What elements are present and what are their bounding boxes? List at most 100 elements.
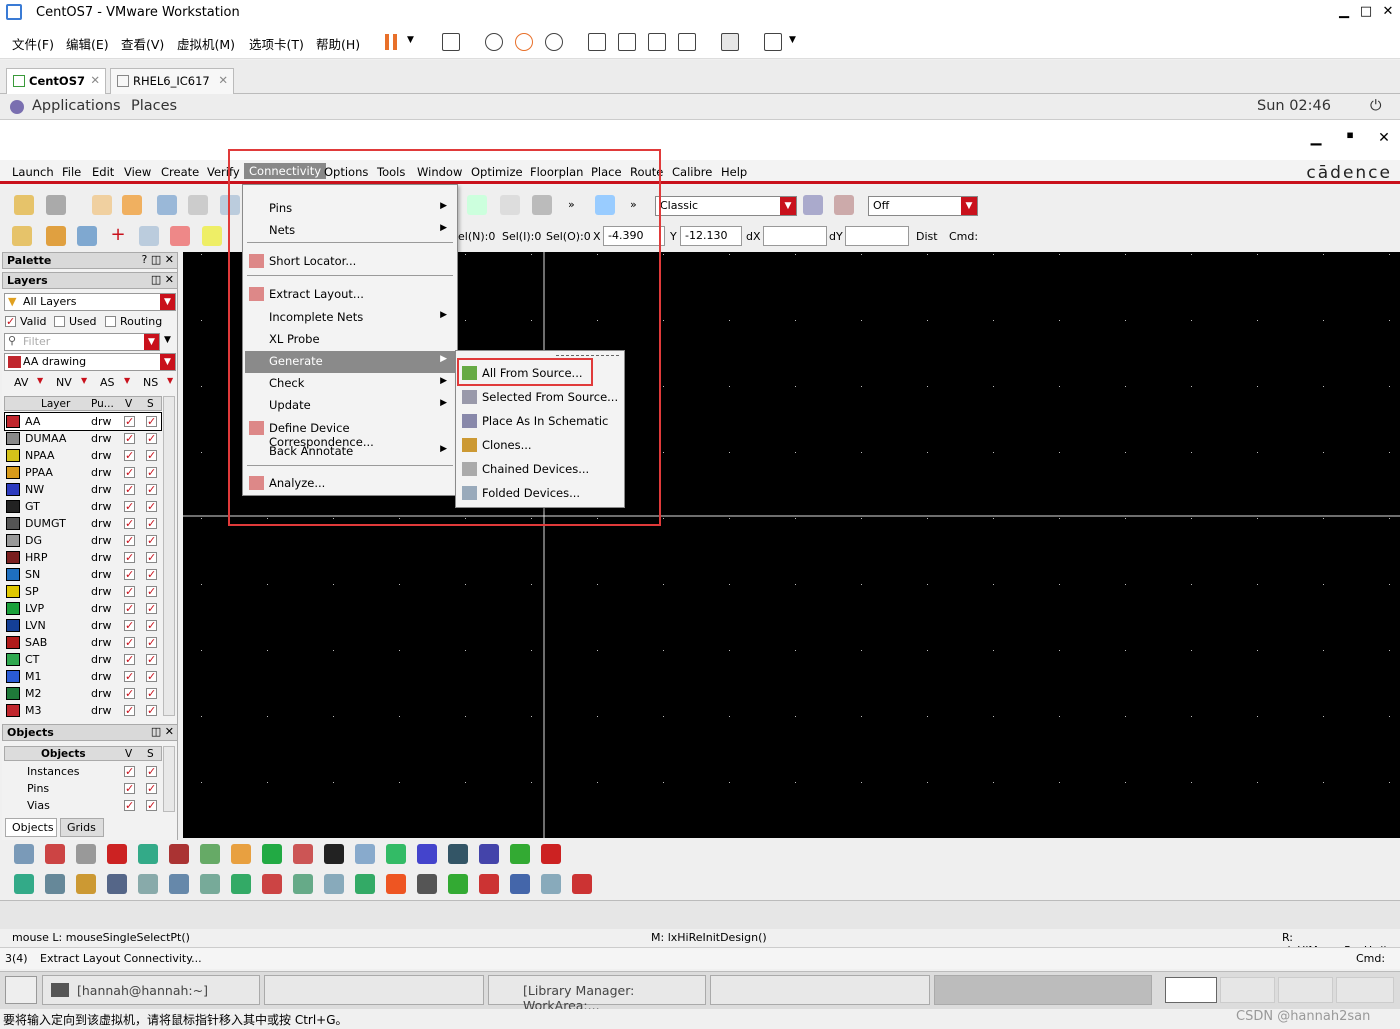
chevron-down-icon[interactable]: ▼ bbox=[81, 376, 87, 385]
chevron-down-icon[interactable]: ▼ bbox=[124, 376, 130, 385]
task-terminal[interactable]: [hannah@hannah:~] bbox=[42, 975, 260, 1005]
btb1-tool-icon-10[interactable] bbox=[293, 844, 313, 864]
menu-item-analyze[interactable]: Analyze... bbox=[245, 473, 455, 495]
revert-snapshot-icon[interactable] bbox=[515, 33, 533, 51]
layer-scrollbar[interactable] bbox=[163, 396, 175, 716]
visible-checkbox[interactable]: ✓ bbox=[124, 586, 135, 597]
layer-row[interactable]: SP drw ✓ ✓ bbox=[5, 583, 161, 600]
menu-item-pins[interactable]: Pins ▶ bbox=[245, 198, 455, 220]
clock[interactable]: Sun 02:46 bbox=[1257, 98, 1331, 114]
visible-checkbox[interactable]: ✓ bbox=[124, 654, 135, 665]
v-col[interactable]: V bbox=[125, 398, 132, 410]
visible-checkbox[interactable]: ✓ bbox=[124, 552, 135, 563]
tearoff-line[interactable] bbox=[556, 355, 620, 356]
btb2-tool-icon-16[interactable] bbox=[479, 874, 499, 894]
tab-objects[interactable]: Objects bbox=[5, 818, 57, 837]
menu-item-back-annotate[interactable]: Back Annotate ▶ bbox=[245, 441, 455, 463]
submenu-item-all-from-source[interactable]: All From Source... bbox=[458, 363, 622, 385]
label-icon[interactable] bbox=[500, 195, 520, 215]
layer-row[interactable]: SAB drw ✓ ✓ bbox=[5, 634, 161, 651]
create-pin-icon[interactable] bbox=[467, 195, 487, 215]
move-icon[interactable] bbox=[157, 195, 177, 215]
lpp-combo[interactable]: AA drawing ▼ bbox=[4, 353, 176, 371]
filter-input[interactable]: ⚲ Filter ▼ bbox=[4, 333, 160, 351]
panel-buttons[interactable]: ◫ ✕ bbox=[151, 273, 174, 286]
layer-row[interactable]: LVN drw ✓ ✓ bbox=[5, 617, 161, 634]
btb2-tool-icon-5[interactable] bbox=[138, 874, 158, 894]
visible-checkbox[interactable]: ✓ bbox=[124, 688, 135, 699]
task-blank[interactable] bbox=[710, 975, 930, 1005]
btb2-tool-icon-17[interactable] bbox=[510, 874, 530, 894]
x-coordinate-field[interactable]: -4.390 bbox=[603, 226, 665, 246]
layer-row[interactable]: M2 drw ✓ ✓ bbox=[5, 685, 161, 702]
save-icon[interactable] bbox=[46, 195, 66, 215]
snapshot-icon[interactable] bbox=[485, 33, 503, 51]
btb1-tool-icon-18[interactable] bbox=[541, 844, 561, 864]
selectable-checkbox[interactable]: ✓ bbox=[146, 766, 157, 777]
menu-tabs[interactable]: 选项卡(T) bbox=[249, 34, 304, 53]
layer-row[interactable]: DG drw ✓ ✓ bbox=[5, 532, 161, 549]
task-blank[interactable] bbox=[264, 975, 484, 1005]
selectable-checkbox[interactable]: ✓ bbox=[146, 535, 157, 546]
btb1-tool-icon-5[interactable] bbox=[138, 844, 158, 864]
selectable-checkbox[interactable]: ✓ bbox=[146, 484, 157, 495]
routing-checkbox[interactable] bbox=[105, 316, 116, 327]
sidebar-view-icon[interactable] bbox=[588, 33, 606, 51]
close-icon[interactable]: ✕ bbox=[1378, 4, 1398, 19]
minimize-icon[interactable]: ▁ bbox=[1334, 4, 1354, 19]
close-tab-icon[interactable]: ✕ bbox=[218, 73, 228, 87]
tab-rhel6[interactable]: RHEL6_IC617 ✕ bbox=[110, 68, 234, 94]
minimize-icon[interactable]: ▁ bbox=[1306, 130, 1326, 146]
layer-row[interactable]: LVP drw ✓ ✓ bbox=[5, 600, 161, 617]
btb2-tool-icon-10[interactable] bbox=[293, 874, 313, 894]
btb2-tool-icon-18[interactable] bbox=[541, 874, 561, 894]
menu-view[interactable]: View bbox=[124, 165, 151, 179]
btb2-tool-icon-1[interactable] bbox=[14, 874, 34, 894]
panel-buttons[interactable]: ? ◫ ✕ bbox=[142, 253, 174, 266]
btb2-tool-icon-7[interactable] bbox=[200, 874, 220, 894]
workspace-save-icon[interactable] bbox=[803, 195, 823, 215]
menu-item-short-locator[interactable]: Short Locator... bbox=[245, 251, 455, 273]
submenu-item-selected-from-source[interactable]: Selected From Source... bbox=[458, 387, 622, 409]
pause-icon[interactable] bbox=[385, 34, 389, 50]
submenu-item-place-as-in-schematic[interactable]: Place As In Schematic bbox=[458, 411, 622, 433]
maximize-icon[interactable]: □ bbox=[1356, 4, 1376, 19]
visible-checkbox[interactable]: ✓ bbox=[124, 800, 135, 811]
y-coordinate-field[interactable]: -12.130 bbox=[680, 226, 742, 246]
menu-floorplan[interactable]: Floorplan bbox=[530, 165, 583, 179]
menu-item-extract-layout[interactable]: Extract Layout... bbox=[245, 284, 455, 306]
workspace-switcher[interactable] bbox=[1336, 977, 1394, 1003]
panel-buttons[interactable]: ◫ ✕ bbox=[151, 725, 174, 738]
object-row[interactable]: Pins ✓ ✓ bbox=[5, 780, 161, 797]
menu-place[interactable]: Place bbox=[591, 165, 622, 179]
layer-row[interactable]: GT drw ✓ ✓ bbox=[5, 498, 161, 515]
objects-scrollbar[interactable] bbox=[163, 746, 175, 812]
layer-row[interactable]: HRP drw ✓ ✓ bbox=[5, 549, 161, 566]
menu-file[interactable]: File bbox=[62, 165, 81, 179]
layer-row[interactable]: NPAA drw ✓ ✓ bbox=[5, 447, 161, 464]
all-layers-combo[interactable]: ▼ All Layers ▼ bbox=[4, 293, 176, 311]
tab-grids[interactable]: Grids bbox=[60, 818, 104, 837]
visible-checkbox[interactable]: ✓ bbox=[124, 484, 135, 495]
copy-icon[interactable] bbox=[188, 195, 208, 215]
layer-row[interactable]: DUMGT drw ✓ ✓ bbox=[5, 515, 161, 532]
overflow-icon[interactable]: » bbox=[568, 198, 575, 211]
as-button[interactable]: AS bbox=[100, 376, 115, 389]
layer-row[interactable]: SN drw ✓ ✓ bbox=[5, 566, 161, 583]
btb2-tool-icon-3[interactable] bbox=[76, 874, 96, 894]
close-tab-icon[interactable]: ✕ bbox=[90, 73, 100, 87]
nv-button[interactable]: NV bbox=[56, 376, 72, 389]
visible-checkbox[interactable]: ✓ bbox=[124, 569, 135, 580]
redo-icon[interactable] bbox=[122, 195, 142, 215]
visible-checkbox[interactable]: ✓ bbox=[124, 766, 135, 777]
menu-optimize[interactable]: Optimize bbox=[471, 165, 523, 179]
btb1-tool-icon-3[interactable] bbox=[76, 844, 96, 864]
btb2-tool-icon-12[interactable] bbox=[355, 874, 375, 894]
layer-row[interactable]: M3 drw ✓ ✓ bbox=[5, 702, 161, 719]
layer-row[interactable]: M1 drw ✓ ✓ bbox=[5, 668, 161, 685]
btb1-tool-icon-7[interactable] bbox=[200, 844, 220, 864]
menu-item-update[interactable]: Update ▶ bbox=[245, 395, 455, 417]
unity-icon[interactable] bbox=[678, 33, 696, 51]
pause-dropdown-icon[interactable]: ▼ bbox=[407, 35, 414, 45]
object-row[interactable]: Instances ✓ ✓ bbox=[5, 763, 161, 780]
